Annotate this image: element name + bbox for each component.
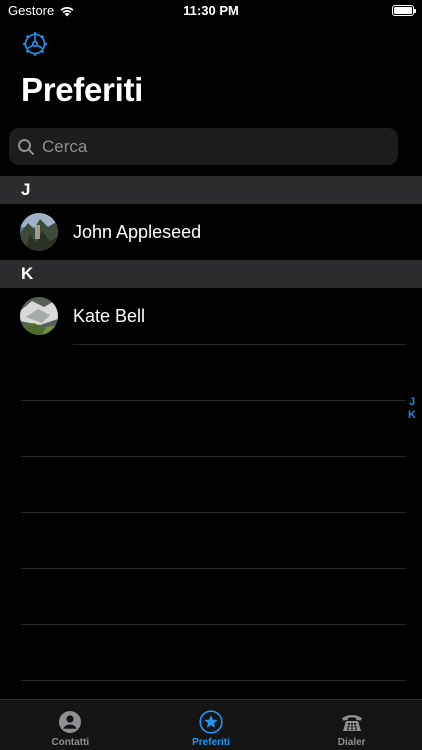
row-separator — [21, 400, 406, 401]
avatar — [20, 213, 58, 251]
tab-bar: Contatti Preferiti Dialer — [0, 699, 422, 750]
section-header-k: K — [0, 260, 422, 288]
phone-icon — [341, 715, 362, 731]
section-header-j: J — [0, 176, 422, 204]
row-separator — [21, 512, 406, 513]
tab-label: Preferiti — [192, 737, 230, 748]
avatar — [20, 297, 58, 335]
contact-row-john-appleseed[interactable]: John Appleseed — [0, 204, 406, 260]
status-bar: Gestore 11:30 PM — [0, 0, 422, 22]
battery-icon — [392, 5, 416, 16]
row-separator — [73, 344, 406, 345]
row-separator — [21, 624, 406, 625]
contact-name: John Appleseed — [73, 222, 202, 242]
tab-label: Dialer — [337, 737, 366, 748]
index-letter-k[interactable]: K — [408, 409, 416, 422]
settings-button[interactable] — [21, 30, 49, 58]
gear-icon — [23, 32, 47, 56]
tab-dialer[interactable]: Dialer — [281, 700, 422, 750]
star-icon — [199, 710, 223, 734]
clock: 11:30 PM — [183, 3, 239, 18]
tab-contatti[interactable]: Contatti — [0, 700, 141, 750]
row-separator — [21, 568, 406, 569]
tab-label: Contatti — [51, 737, 90, 748]
person-icon — [59, 711, 82, 733]
index-letter-j[interactable]: J — [409, 396, 415, 409]
search-icon — [18, 138, 34, 155]
search-input[interactable] — [40, 135, 384, 158]
row-separator — [21, 680, 406, 681]
section-index[interactable]: J K — [407, 396, 417, 422]
page-title: Preferiti — [21, 71, 144, 108]
tab-preferiti[interactable]: Preferiti — [141, 700, 282, 750]
contact-name: Kate Bell — [73, 306, 146, 326]
search-bar[interactable] — [9, 128, 398, 165]
contact-row-kate-bell[interactable]: Kate Bell — [0, 288, 406, 344]
row-separator — [21, 456, 406, 457]
